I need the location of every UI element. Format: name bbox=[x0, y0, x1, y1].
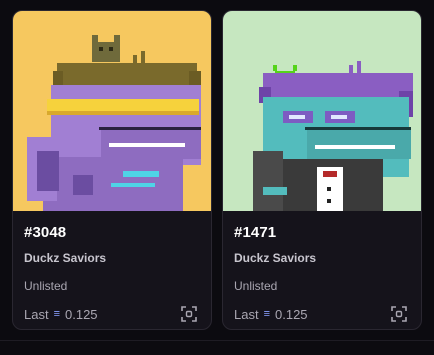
nft-artwork[interactable] bbox=[223, 11, 421, 211]
last-price-row: Last ≡ 0.125 bbox=[24, 307, 98, 322]
last-label: Last bbox=[24, 307, 49, 322]
card-info: #3048 Duckz Saviors Unlisted Last ≡ 0.12… bbox=[13, 211, 211, 329]
collection-name[interactable]: Duckz Saviors bbox=[24, 251, 106, 265]
nft-card[interactable]: #1471 Duckz Saviors Unlisted Last ≡ 0.12… bbox=[222, 10, 422, 330]
nft-grid: #3048 Duckz Saviors Unlisted Last ≡ 0.12… bbox=[12, 10, 424, 330]
last-label: Last bbox=[234, 307, 259, 322]
last-price: 0.125 bbox=[275, 307, 308, 322]
listing-status: Unlisted bbox=[24, 279, 68, 293]
last-price: 0.125 bbox=[65, 307, 98, 322]
expand-icon bbox=[181, 306, 197, 322]
divider bbox=[0, 340, 434, 341]
eth-icon: ≡ bbox=[263, 308, 270, 320]
nft-card[interactable]: #3048 Duckz Saviors Unlisted Last ≡ 0.12… bbox=[12, 10, 212, 330]
expand-button[interactable] bbox=[388, 303, 410, 325]
token-id: #1471 bbox=[234, 224, 277, 241]
last-price-row: Last ≡ 0.125 bbox=[234, 307, 308, 322]
token-id: #3048 bbox=[24, 224, 67, 241]
nft-artwork[interactable] bbox=[13, 11, 211, 211]
eth-icon: ≡ bbox=[53, 308, 60, 320]
expand-button[interactable] bbox=[178, 303, 200, 325]
card-info: #1471 Duckz Saviors Unlisted Last ≡ 0.12… bbox=[223, 211, 421, 329]
expand-icon bbox=[391, 306, 407, 322]
listing-status: Unlisted bbox=[234, 279, 278, 293]
collection-name[interactable]: Duckz Saviors bbox=[234, 251, 316, 265]
